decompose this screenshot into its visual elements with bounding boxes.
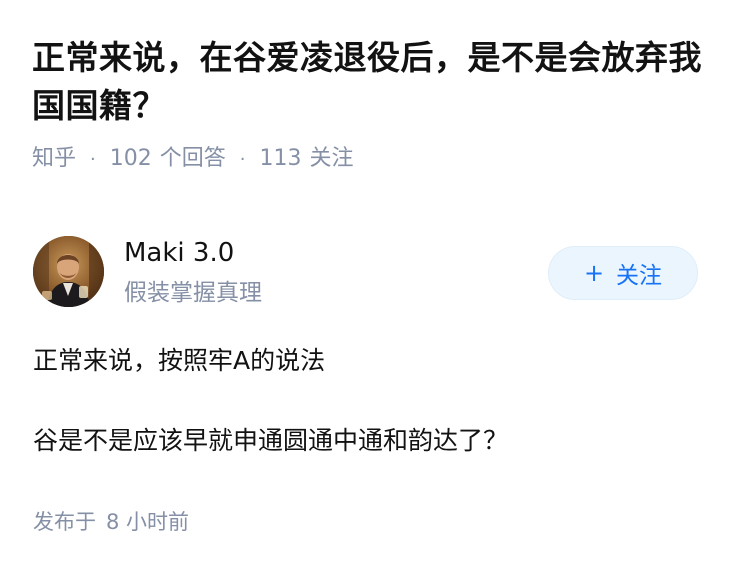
- publish-time-value: 8 小时前: [106, 510, 190, 534]
- followers-count: 113: [259, 146, 302, 171]
- followers-label: 关注: [309, 146, 354, 171]
- plus-icon: +: [583, 259, 605, 287]
- answer-paragraph: 谷是不是应该早就申通圆通中通和韵达了？: [33, 426, 509, 455]
- answers-label: 个回答: [159, 146, 226, 171]
- answers-count: 102: [109, 146, 152, 171]
- author-headline: 假装掌握真理: [124, 280, 262, 306]
- answer-paragraph: 正常来说，按照牢A的说法: [33, 346, 326, 375]
- follow-button-label: 关注: [616, 263, 663, 289]
- meta-separator: ·: [90, 149, 96, 170]
- author-avatar[interactable]: [33, 236, 104, 307]
- publish-label: 发布于: [33, 510, 96, 534]
- source-label[interactable]: 知乎: [32, 146, 76, 171]
- meta-separator: ·: [239, 149, 246, 170]
- avatar-photo-icon: [33, 236, 104, 307]
- question-title[interactable]: 正常来说，在谷爱凌退役后，是不是会放弃我国国籍？: [32, 34, 722, 130]
- question-meta: 知乎 · 102 个回答 · 113 关注: [32, 142, 354, 177]
- follow-button[interactable]: + 关注: [548, 246, 698, 300]
- publish-time: 发布于 8 小时前: [33, 506, 189, 538]
- author-name[interactable]: Maki 3.0: [124, 235, 234, 271]
